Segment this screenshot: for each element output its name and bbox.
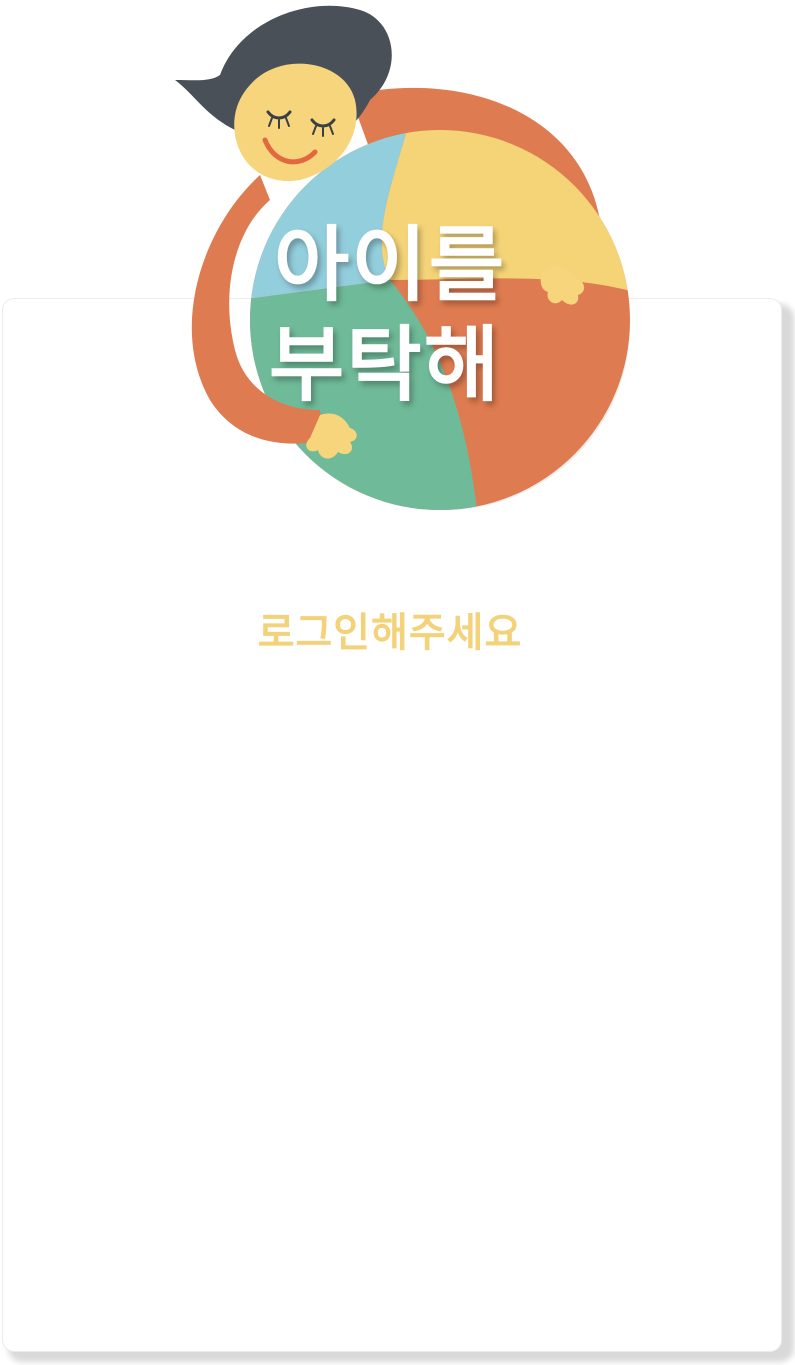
login-screen: 아이를 부탁해 로그인해주세요: [0, 0, 795, 1365]
login-prompt-text[interactable]: 로그인해주세요: [0, 600, 780, 658]
logo-title-line1: 아이를: [273, 218, 507, 313]
logo-title-line2: 부탁해: [268, 318, 502, 413]
app-logo: 아이를 부탁해: [160, 0, 630, 520]
